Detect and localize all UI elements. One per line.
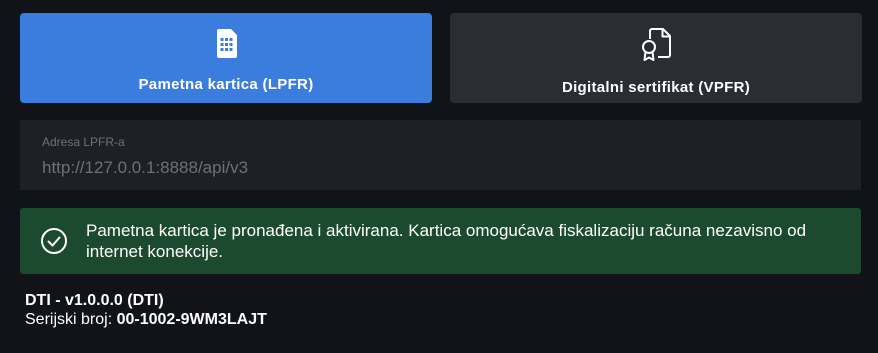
digital-certificate-button[interactable]: Digitalni sertifikat (VPFR)	[450, 13, 862, 103]
digital-certificate-label: Digitalni sertifikat (VPFR)	[561, 79, 751, 96]
sim-card-icon	[217, 29, 237, 58]
serial-number-value: 00-1002-9WM3LAJT	[116, 311, 267, 328]
lpfr-address-field[interactable]: Adresa LPFR-a http://127.0.0.1:8888/api/…	[20, 120, 861, 190]
success-alert: Pametna kartica je pronađena i aktiviran…	[20, 208, 861, 274]
mode-selector: Pametna kartica (LPFR) Digitalni sertifi…	[20, 13, 862, 103]
device-info: DTI - v1.0.0.0 (DTI) Serijski broj: 00-1…	[25, 291, 267, 329]
fiscal-device-panel: Pametna kartica (LPFR) Digitalni sertifi…	[0, 0, 878, 353]
certificate-icon	[642, 28, 671, 61]
device-title: DTI - v1.0.0.0 (DTI)	[25, 292, 164, 309]
alert-message: Pametna kartica je pronađena i aktiviran…	[86, 221, 807, 261]
smart-card-button[interactable]: Pametna kartica (LPFR)	[20, 13, 432, 103]
lpfr-address-input[interactable]: http://127.0.0.1:8888/api/v3	[42, 158, 839, 178]
smart-card-label: Pametna kartica (LPFR)	[138, 76, 314, 93]
serial-number-line: Serijski broj: 00-1002-9WM3LAJT	[25, 310, 267, 329]
check-circle-icon	[41, 228, 67, 254]
serial-number-label: Serijski broj:	[25, 311, 113, 328]
lpfr-address-label: Adresa LPFR-a	[42, 135, 125, 149]
